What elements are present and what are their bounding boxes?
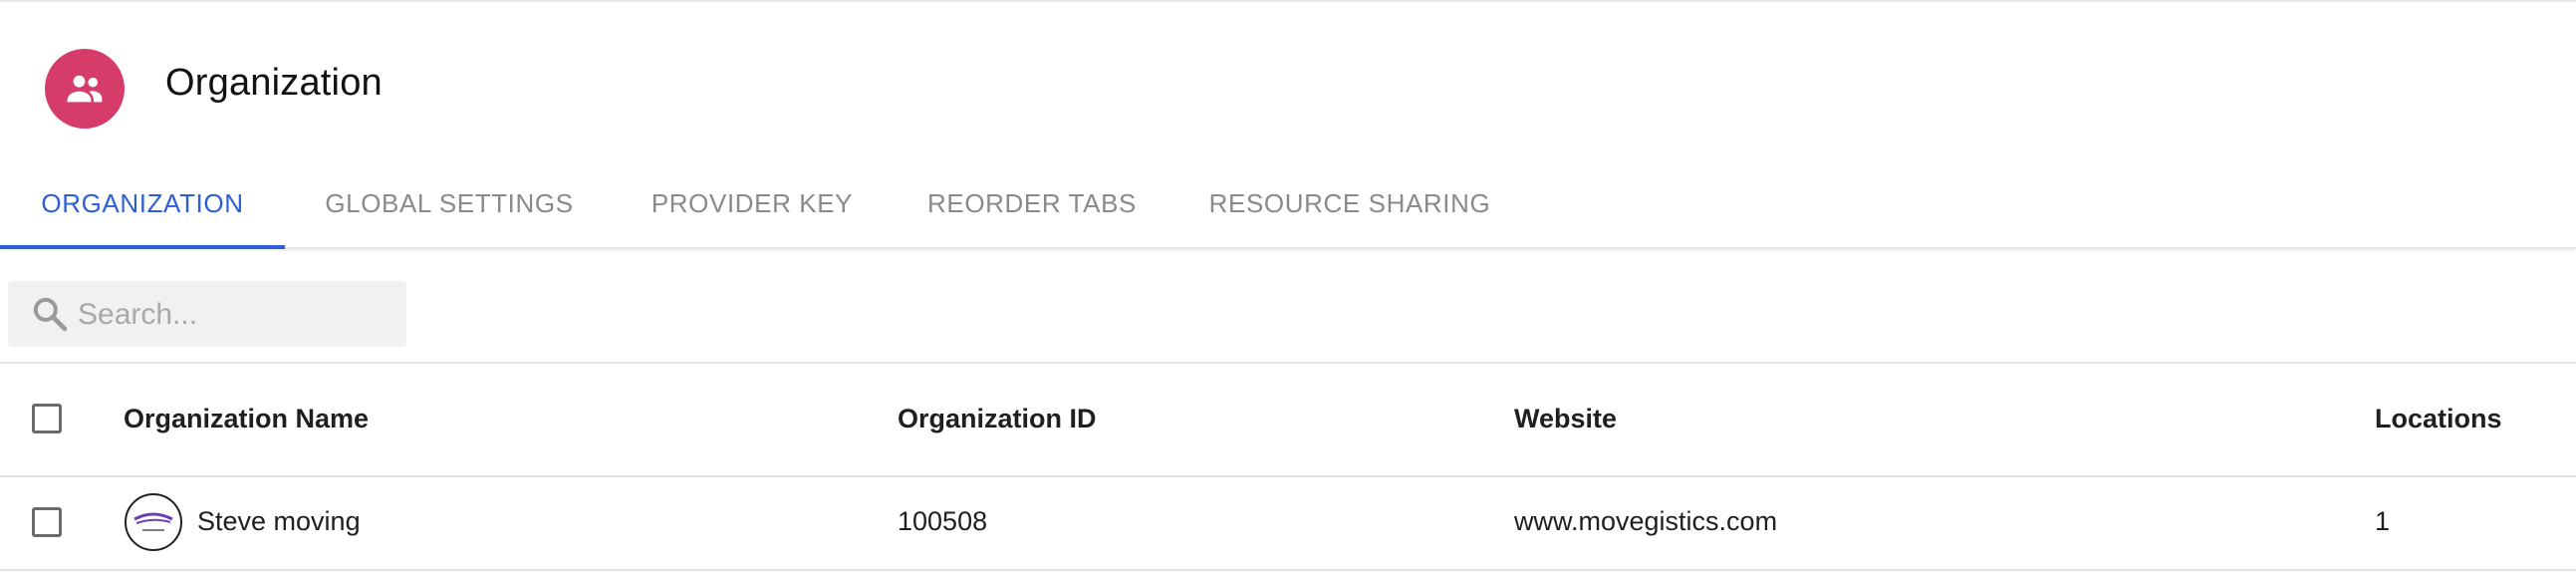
locations-cell: 1 [2375,506,2391,536]
website-cell[interactable]: www.movegistics.com [1514,506,1777,537]
company-logo-icon [125,493,182,551]
column-header-locations[interactable]: Locations [2375,404,2502,434]
row-checkbox[interactable] [32,507,62,537]
column-header-website[interactable]: Website [1514,404,1617,434]
table-top-divider [0,362,2576,364]
tab-resource-sharing[interactable]: RESOURCE SHARING [1173,159,1526,247]
row-bottom-divider [0,569,2576,571]
active-tab-indicator [0,245,285,249]
organization-name-cell[interactable]: Steve moving [197,506,361,537]
organization-id-cell: 100508 [898,506,988,536]
tab-global-settings[interactable]: GLOBAL SETTINGS [285,159,614,247]
organization-avatar [45,49,125,129]
header-row-divider [0,475,2576,477]
tab-provider-key[interactable]: PROVIDER KEY [614,159,891,247]
search-icon [33,297,68,332]
search-input[interactable] [76,281,398,349]
tab-organization[interactable]: ORGANIZATION [0,159,285,247]
people-group-icon [67,75,103,103]
column-header-organization-name[interactable]: Organization Name [124,404,369,434]
tab-reorder-tabs[interactable]: REORDER TABS [891,159,1173,247]
tab-bar: ORGANIZATION GLOBAL SETTINGS PROVIDER KE… [0,159,2576,249]
column-header-organization-id[interactable]: Organization ID [898,404,1097,434]
select-all-checkbox[interactable] [32,404,62,433]
page-title: Organization [165,62,383,104]
page-header: Organization [0,0,2576,159]
